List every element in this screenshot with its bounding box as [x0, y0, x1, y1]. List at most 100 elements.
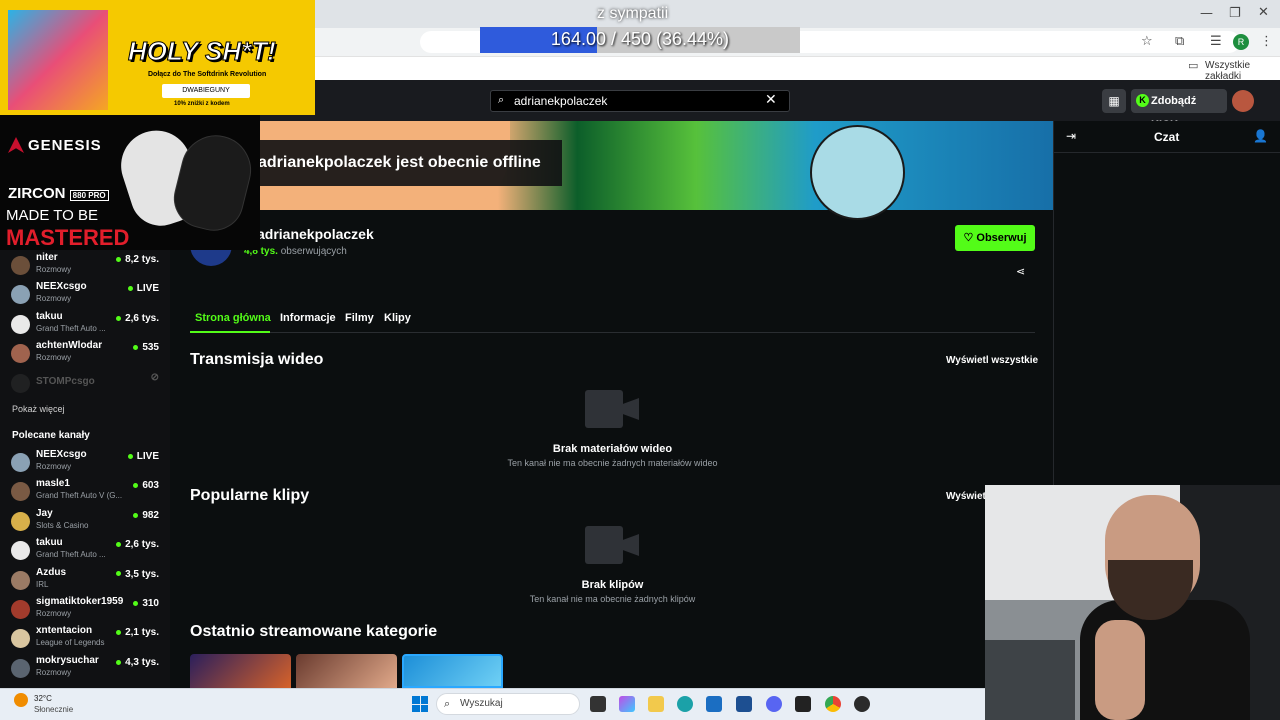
banner-rick-face	[810, 125, 905, 220]
genesis-product-name: ZIRCON	[8, 185, 66, 202]
channel-avatar	[11, 482, 30, 502]
channel-avatar	[11, 570, 30, 590]
live-dot	[116, 659, 122, 665]
taskbar-search[interactable]	[436, 693, 580, 715]
channel-avatar	[11, 314, 30, 334]
category-card[interactable]	[402, 654, 503, 688]
holy-ad-title: HOLY SH*T!	[128, 36, 277, 67]
recommended-title: Polecane kanały	[12, 430, 90, 441]
file-explorer-icon[interactable]	[648, 696, 664, 712]
chat-users-icon[interactable]: 👤	[1253, 129, 1268, 143]
bookmark-star-icon[interactable]: ☆	[1141, 34, 1153, 49]
collapse-chat-icon[interactable]: ⇥	[1066, 129, 1076, 143]
recommended-channel[interactable]: xntentacion League of Legends 2,1 tys.	[0, 623, 170, 652]
channel-category: Rozmowy	[36, 462, 72, 471]
obs-icon[interactable]	[854, 696, 870, 712]
recommended-channel[interactable]: mokrysuchar Rozmowy 4,3 tys.	[0, 653, 170, 682]
clips-empty-subtitle: Ten kanał nie ma obecnie żadnych klipów	[529, 594, 696, 604]
viewer-count: 2,6 tys.	[125, 539, 159, 551]
discord-icon[interactable]	[766, 696, 782, 712]
offline-icon: ⊘	[150, 371, 159, 383]
followed-channel[interactable]: achtenWlodar Rozmowy 535	[0, 338, 170, 367]
task-view-icon[interactable]	[590, 696, 606, 712]
tab-clips[interactable]: Klipy	[384, 312, 411, 324]
recommended-channel[interactable]: masle1 Grand Theft Auto V (G... 603	[0, 476, 170, 505]
extensions-icon[interactable]: ⧉	[1175, 34, 1184, 49]
app-icon[interactable]	[795, 696, 811, 712]
live-dot	[127, 453, 133, 459]
restore-icon[interactable]: ❐	[1229, 6, 1241, 21]
profile-avatar[interactable]: R	[1233, 34, 1249, 50]
recommended-channel[interactable]: NEEXcsgo Rozmowy LIVE	[0, 447, 170, 476]
active-tab-indicator	[190, 331, 270, 333]
browser-menu-icon[interactable]: ⋮	[1260, 34, 1273, 49]
search-icon: ⌕	[498, 93, 505, 106]
show-more-link[interactable]: Pokaż więcej	[12, 404, 65, 414]
start-icon[interactable]	[412, 696, 428, 712]
recommended-channel[interactable]: Azdus IRL 3,5 tys.	[0, 565, 170, 594]
category-card[interactable]	[190, 654, 291, 688]
channel-avatar	[11, 256, 30, 275]
follow-label: Obserwuj	[976, 232, 1027, 244]
share-icon[interactable]: ⋖	[1016, 265, 1025, 278]
channel-avatar	[11, 285, 30, 305]
view-all-videos-link[interactable]: Wyświetl wszystkie	[946, 355, 1038, 366]
heart-icon: ♡	[963, 232, 977, 244]
videos-title: Transmisja wideo	[190, 351, 324, 368]
genesis-tagline-2: MASTERED	[6, 225, 130, 250]
channel-category: IRL	[36, 579, 49, 589]
kicks-icon: K	[1136, 94, 1149, 107]
dashboard-icon[interactable]: ▦	[1102, 89, 1126, 113]
live-dot	[127, 286, 133, 292]
all-bookmarks-link[interactable]: Wszystkie zakładki	[1205, 60, 1280, 82]
channel-name: masle1	[36, 478, 70, 490]
outlook-icon[interactable]	[706, 696, 722, 712]
live-dot	[116, 630, 122, 636]
edge-icon[interactable]	[677, 696, 693, 712]
recommended-channel[interactable]: takuu Grand Theft Auto ... 2,6 tys.	[0, 535, 170, 564]
chat-title: Czat	[1154, 130, 1180, 144]
recommended-channel[interactable]: Jay Slots & Casino 982	[0, 506, 170, 535]
chrome-icon[interactable]	[825, 696, 841, 712]
channel-category: Grand Theft Auto ...	[36, 323, 106, 333]
channel-avatar	[11, 600, 30, 619]
weather-icon[interactable]	[14, 693, 28, 707]
live-dot	[116, 542, 122, 548]
holy-product-image	[8, 10, 108, 110]
follower-label: obserwujących	[280, 246, 347, 257]
close-window-icon[interactable]: ✕	[1258, 5, 1269, 20]
channel-category: Slots & Casino	[36, 520, 89, 530]
copilot-icon[interactable]	[619, 696, 635, 712]
recommended-channel[interactable]: sigmatiktoker1959 Rozmowy 310	[0, 594, 170, 623]
followed-channel[interactable]: niter Rozmowy 8,2 tys.	[0, 250, 170, 279]
live-dot	[133, 483, 139, 489]
clips-camera-icon	[585, 526, 639, 564]
channel-name: takuu	[36, 537, 63, 549]
followed-channel[interactable]: takuu Grand Theft Auto ... 2,6 tys.	[0, 309, 170, 338]
followed-channel[interactable]: NEEXcsgo Rozmowy LIVE	[0, 279, 170, 308]
viewer-count: 603	[142, 480, 159, 492]
follow-button[interactable]: ♡ Obserwuj	[955, 225, 1035, 251]
category-card[interactable]	[296, 654, 397, 688]
followed-channel[interactable]: STOMPcsgo ⊘	[0, 368, 170, 397]
viewer-count: 2,6 tys.	[125, 312, 159, 324]
viewer-count: 3,5 tys.	[125, 568, 159, 580]
user-avatar[interactable]	[1232, 90, 1254, 112]
clips-title: Popularne klipy	[190, 487, 310, 504]
channel-category: Rozmowy	[36, 609, 72, 618]
tab-about[interactable]: Informacje	[280, 312, 336, 324]
live-dot	[116, 256, 122, 262]
tab-videos[interactable]: Filmy	[345, 312, 374, 324]
view-all-clips-link[interactable]: Wyświetl	[946, 491, 989, 502]
store-icon[interactable]	[736, 696, 752, 712]
media-controls-icon[interactable]: ☰	[1210, 34, 1222, 49]
minimize-icon[interactable]: —	[1200, 6, 1213, 21]
taskbar-search-text: Wyszukaj	[460, 698, 503, 709]
videos-empty-title: Brak materiałów wideo	[552, 443, 673, 455]
channel-name: adrianekpolaczek	[257, 226, 374, 242]
clear-search-icon[interactable]: ✕	[765, 92, 777, 108]
channel-name: xntentacion	[36, 625, 93, 637]
clips-empty-title: Brak klipów	[581, 579, 644, 591]
channel-avatar	[11, 453, 30, 472]
tab-home[interactable]: Strona główna	[195, 312, 271, 324]
